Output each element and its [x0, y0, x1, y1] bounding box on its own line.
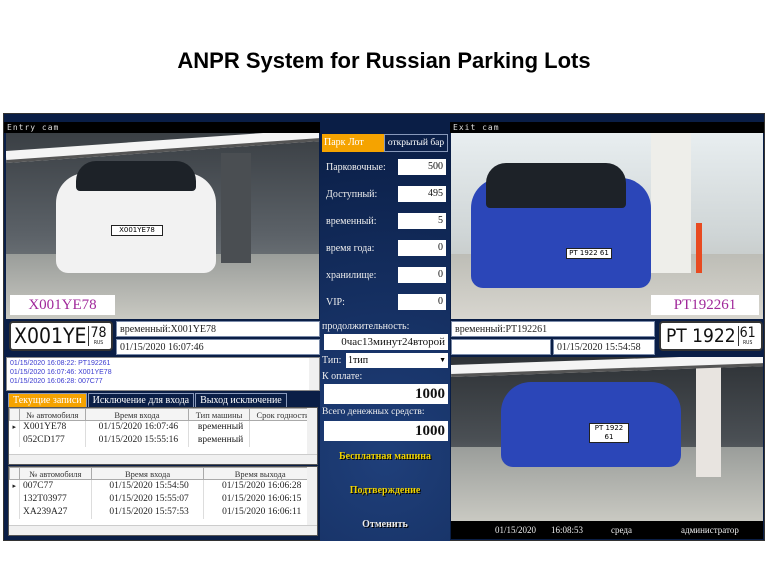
- table-cell: 01/15/2020 15:57:53: [91, 505, 205, 519]
- log-entry: 01/15/2020 16:08:22: PT192261: [10, 360, 111, 367]
- plate-region: 78: [90, 325, 107, 341]
- entry-cam-header: Entry cam: [4, 122, 320, 133]
- status-weekday: среда: [611, 525, 632, 535]
- col-header[interactable]: Время выхода: [203, 467, 317, 480]
- stat-label: Парковочные:: [326, 162, 386, 173]
- total-label: Всего денежных средств:: [322, 407, 425, 417]
- stat-value: 0: [398, 294, 446, 310]
- table-row[interactable]: XA239A27 01/15/2020 15:57:53 01/15/2020 16…: [9, 505, 317, 519]
- exit-time-field: 01/15/2020 15:54:58: [553, 339, 655, 355]
- stat-value: 495: [398, 186, 446, 202]
- entry-type-field: временный:X001YE78: [116, 321, 320, 337]
- table-cell: 132T03977: [19, 492, 92, 506]
- row-indicator: ▸: [9, 479, 20, 493]
- stat-label: время года:: [326, 243, 375, 254]
- col-header[interactable]: Тип машины: [188, 408, 251, 421]
- duration-label: продолжительность:: [322, 321, 410, 332]
- table-row[interactable]: 052CD177 01/15/2020 15:55:16 временный: [9, 433, 317, 447]
- plate-region: 61: [739, 325, 756, 341]
- row-indicator: [9, 433, 20, 447]
- table-row[interactable]: ▸ X001YE78 01/15/2020 16:07:46 временный: [9, 420, 317, 434]
- table-cell: временный: [188, 433, 251, 447]
- row-indicator: ▸: [9, 420, 20, 434]
- confirm-button[interactable]: Подтверждение: [320, 485, 450, 496]
- history-grid[interactable]: № автомобиля Время входа Время выхода ▸ 007…: [8, 466, 318, 536]
- pay-field: 1000: [324, 384, 448, 404]
- exit-plate-image: PT 1922 61 RUS: [659, 321, 763, 351]
- table-row[interactable]: 132T03977 01/15/2020 15:55:07 01/15/2020 1…: [9, 492, 317, 506]
- tab-open-bar[interactable]: открытый бар: [384, 134, 448, 152]
- table-cell: 01/15/2020 16:07:46: [85, 420, 190, 434]
- exit-car-plate: PT 1922 61: [566, 248, 612, 259]
- stat-label: Доступный:: [326, 189, 378, 200]
- table-cell: 01/15/2020 15:55:16: [85, 433, 190, 447]
- type-label: Тип:: [322, 355, 342, 366]
- current-records-grid[interactable]: № автомобиля Время входа Тип машины Срок го…: [8, 407, 318, 465]
- stat-value: 5: [398, 213, 446, 229]
- log-scrollbar[interactable]: [309, 358, 319, 390]
- row-indicator: [9, 505, 20, 519]
- col-header[interactable]: Время входа: [90, 467, 205, 480]
- table-cell: временный: [188, 420, 251, 434]
- exit-type-field: временный:PT192261: [451, 321, 655, 337]
- stat-value: 0: [398, 240, 446, 256]
- status-time: 16:08:53: [551, 525, 584, 535]
- entry-time-field: 01/15/2020 16:07:46: [116, 339, 320, 355]
- stat-label: временный:: [326, 216, 377, 227]
- table-cell: 01/15/2020 16:06:11: [203, 505, 317, 519]
- cancel-button[interactable]: Отменить: [320, 519, 450, 530]
- status-user: администратор: [681, 525, 739, 535]
- pay-label: К оплате:: [322, 371, 363, 382]
- horizontal-scrollbar[interactable]: [9, 525, 317, 535]
- table-row[interactable]: ▸ 007C77 01/15/2020 15:54:50 01/15/2020 16:…: [9, 479, 317, 493]
- stat-value: 0: [398, 267, 446, 283]
- entry-car-plate: X001YE78: [111, 225, 163, 236]
- type-value: 1тип: [348, 355, 369, 366]
- free-car-button[interactable]: Бесплатная машина: [320, 451, 450, 462]
- col-header[interactable]: Время входа: [84, 408, 190, 421]
- table-cell: X001YE78: [19, 420, 86, 434]
- exit-camera-view: PT 1922 61 PT192261: [451, 133, 763, 319]
- plate-number: X001YE: [14, 324, 87, 348]
- stat-label: VIP:: [326, 297, 345, 308]
- type-select[interactable]: 1тип ▼: [346, 353, 448, 368]
- vertical-scrollbar[interactable]: [307, 408, 317, 454]
- status-bar: 01/15/2020 16:08:53 среда администратор: [451, 521, 763, 539]
- slide-title: ANPR System for Russian Parking Lots: [177, 48, 591, 73]
- entry-camera-view: X001YE78 X001YE78: [6, 133, 319, 319]
- exit-barrier-car-plate: PT 1922 61: [589, 423, 629, 443]
- status-date: 01/15/2020: [495, 525, 537, 535]
- horizontal-scrollbar[interactable]: [9, 454, 317, 464]
- tab-park-lot[interactable]: Парк Лот: [322, 134, 384, 152]
- table-cell: 01/15/2020 16:06:28: [203, 479, 317, 493]
- duration-field: 0час13минут24второй: [324, 334, 448, 350]
- row-indicator: [9, 492, 20, 506]
- vertical-scrollbar[interactable]: [307, 467, 317, 525]
- table-cell: 01/15/2020 15:54:50: [91, 479, 205, 493]
- exit-plate-label: PT192261: [651, 295, 759, 315]
- entry-plate-image: X001YE 78 RUS: [9, 321, 113, 351]
- exit-cam-header: Exit cam: [450, 122, 764, 133]
- col-header[interactable]: № автомобиля: [19, 408, 86, 421]
- total-field: 1000: [324, 421, 448, 441]
- table-cell: 01/15/2020 16:06:15: [203, 492, 317, 506]
- table-cell: 01/15/2020 15:55:07: [91, 492, 205, 506]
- center-panel: Парк Лот открытый бар Парковочные: 500 Дос…: [320, 131, 450, 541]
- event-log[interactable]: 01/15/2020 16:08:22: PT192261 01/15/2020 …: [6, 357, 320, 391]
- entry-plate-label: X001YE78: [10, 295, 115, 315]
- table-cell: 052CD177: [19, 433, 86, 447]
- table-cell: 007C77: [19, 479, 92, 493]
- exit-extra-field: [451, 339, 551, 355]
- anpr-window: Entry cam X001YE78 X001YE78 X001YE 78 RU…: [3, 113, 765, 541]
- stat-value: 500: [398, 159, 446, 175]
- stat-label: хранилище:: [326, 270, 377, 281]
- table-cell: XA239A27: [19, 505, 92, 519]
- plate-number: PT 1922: [666, 325, 736, 347]
- log-entry: 01/15/2020 16:07:46: X001YE78: [10, 369, 112, 376]
- exit-barrier-camera-view: PT 1922 61: [451, 357, 763, 521]
- chevron-down-icon[interactable]: ▼: [439, 353, 446, 368]
- log-entry: 01/15/2020 16:06:28: 007C77: [10, 378, 103, 385]
- col-header[interactable]: № автомобиля: [19, 467, 92, 480]
